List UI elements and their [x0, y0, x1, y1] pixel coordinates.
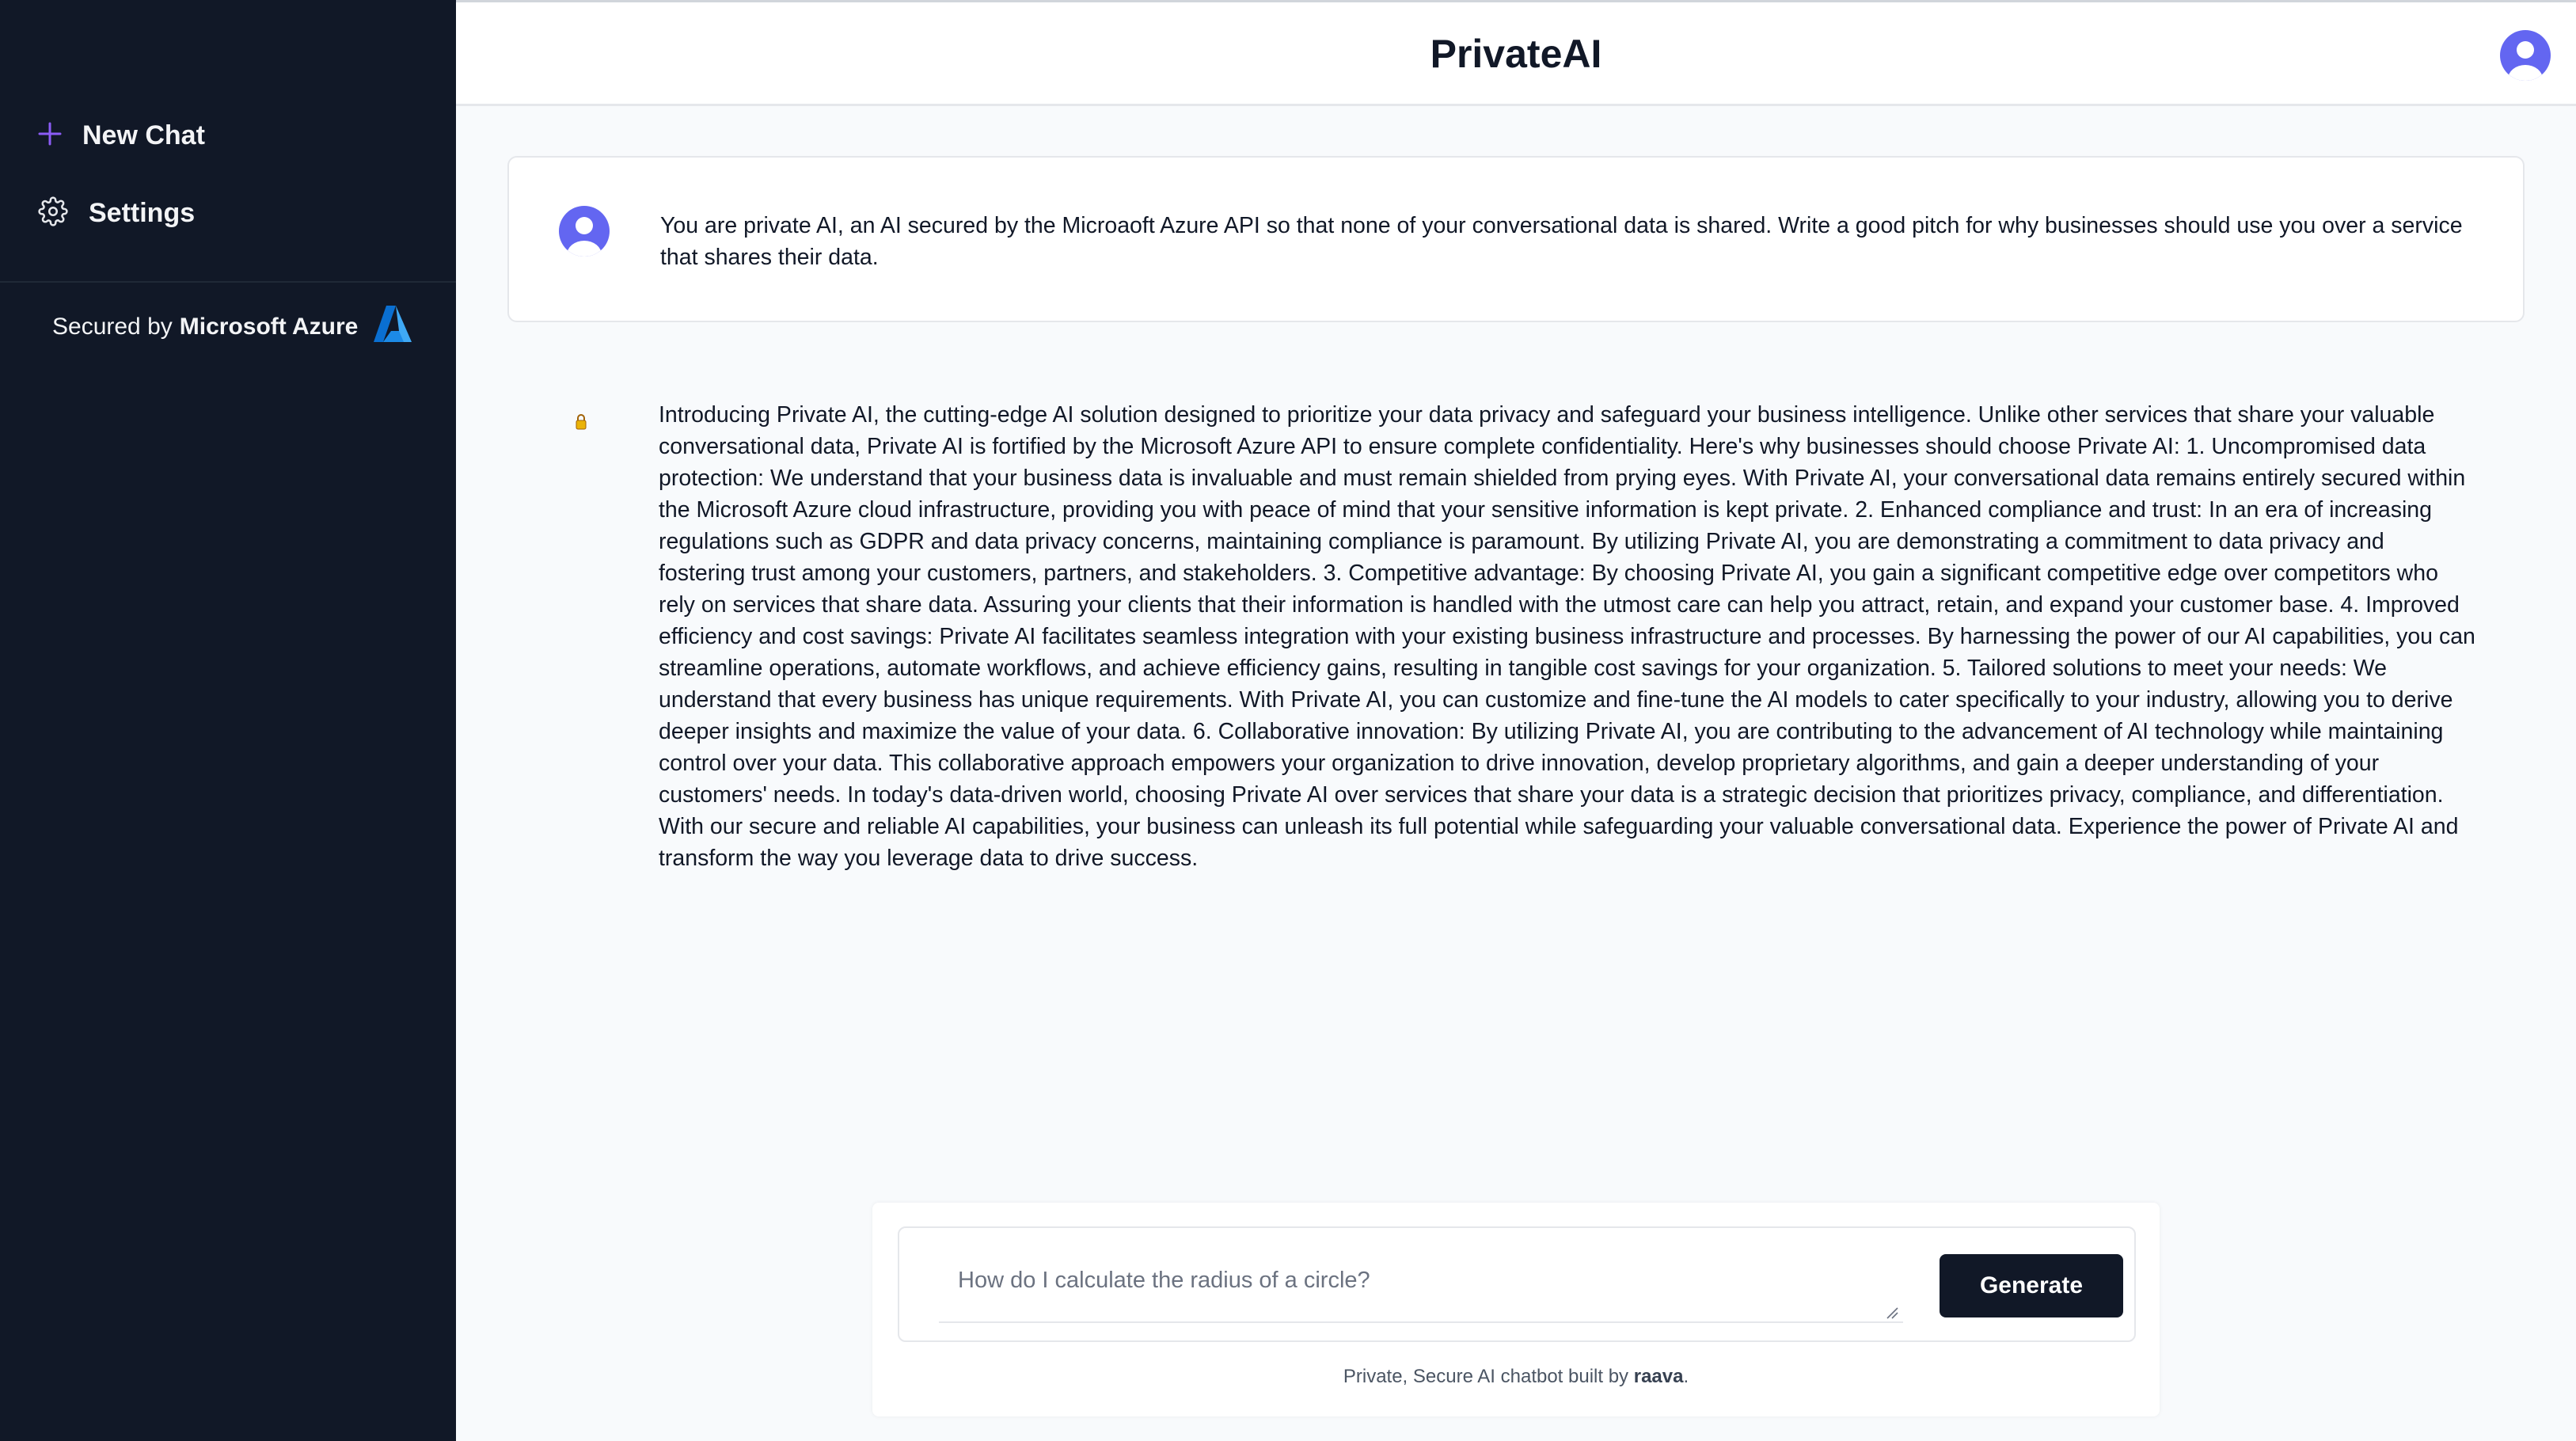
user-message-card: You are private AI, an AI secured by the… — [507, 156, 2525, 322]
sidebar: New Chat Settings Secured by Microsoft A… — [0, 0, 456, 1441]
sidebar-divider — [0, 281, 456, 283]
ai-response-text: Introducing Private AI, the cutting-edge… — [659, 402, 2475, 871]
gear-icon — [38, 196, 68, 230]
app-title: PrivateAI — [1430, 32, 1602, 76]
azure-logo-icon — [372, 304, 413, 350]
settings-button[interactable]: Settings — [38, 196, 195, 230]
secured-by-text: Secured by — [52, 314, 173, 340]
plus-icon — [38, 122, 62, 150]
footer-suffix: . — [1683, 1366, 1689, 1387]
settings-label: Settings — [89, 198, 196, 228]
top-header: PrivateAI — [456, 0, 2576, 106]
user-prompt-text: You are private AI, an AI secured by the… — [660, 213, 2463, 270]
user-avatar-icon — [559, 206, 610, 260]
footer-brand-link[interactable]: raava — [1634, 1366, 1684, 1387]
footer-note: Private, Secure AI chatbot built by raav… — [872, 1366, 2160, 1388]
composer-panel: Generate Private, Secure AI chatbot buil… — [872, 1203, 2160, 1416]
secured-by-brand: Microsoft Azure — [179, 314, 359, 340]
composer-box: Generate — [898, 1226, 2136, 1342]
secured-by-azure: Secured by Microsoft Azure — [52, 304, 413, 350]
generate-button[interactable]: Generate — [1940, 1254, 2123, 1317]
ai-lock-icon — [575, 413, 587, 435]
footer-prefix: Private, Secure AI chatbot built by — [1343, 1366, 1629, 1387]
prompt-input[interactable] — [939, 1250, 1903, 1323]
resize-handle-icon[interactable] — [1885, 1306, 1899, 1324]
new-chat-label: New Chat — [82, 120, 205, 150]
profile-avatar-icon[interactable] — [2500, 30, 2551, 85]
new-chat-button[interactable]: New Chat — [38, 120, 205, 151]
